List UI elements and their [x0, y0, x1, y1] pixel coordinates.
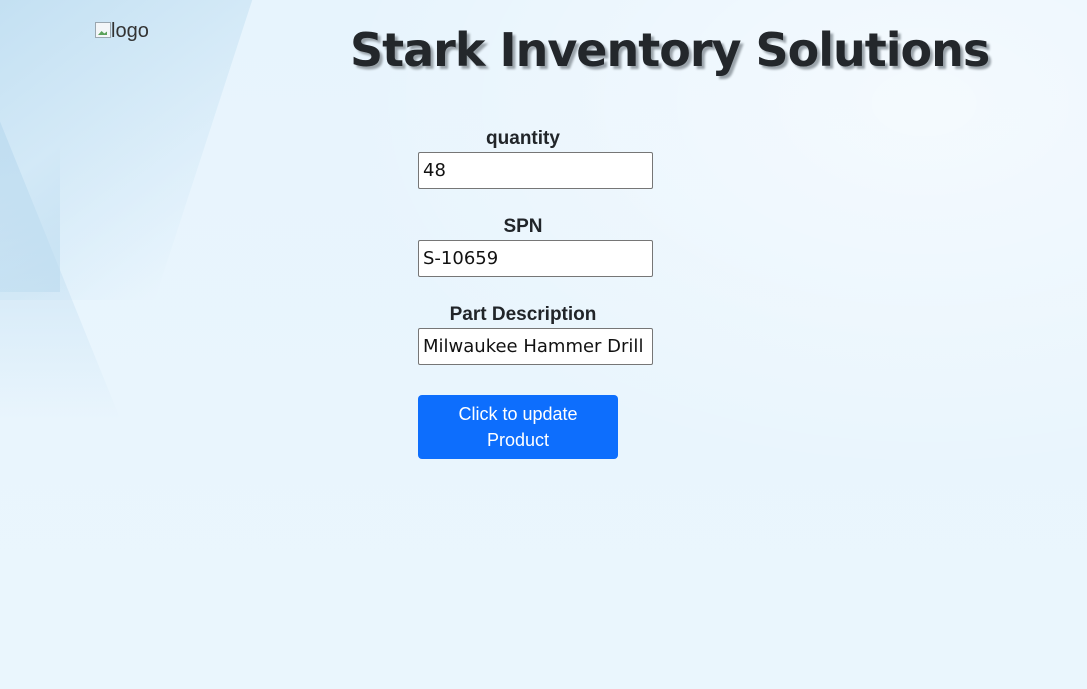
part-description-label: Part Description [449, 304, 597, 325]
part-description-input[interactable] [418, 328, 653, 365]
spn-label: SPN [503, 216, 543, 237]
quantity-label: quantity [486, 128, 560, 149]
spn-field-group: SPN [418, 216, 658, 277]
logo-image-broken: logo [95, 20, 149, 43]
page-title: Stark Inventory Solutions [350, 23, 990, 77]
broken-image-icon [95, 22, 111, 38]
spn-input[interactable] [418, 240, 653, 277]
quantity-field-group: quantity [418, 128, 658, 189]
update-product-form: quantity SPN Part Description Click to u… [418, 128, 658, 459]
update-product-button[interactable]: Click to update Product [418, 395, 618, 459]
quantity-input[interactable] [418, 152, 653, 189]
part-description-field-group: Part Description [418, 304, 658, 365]
logo-alt-text: logo [111, 20, 149, 42]
